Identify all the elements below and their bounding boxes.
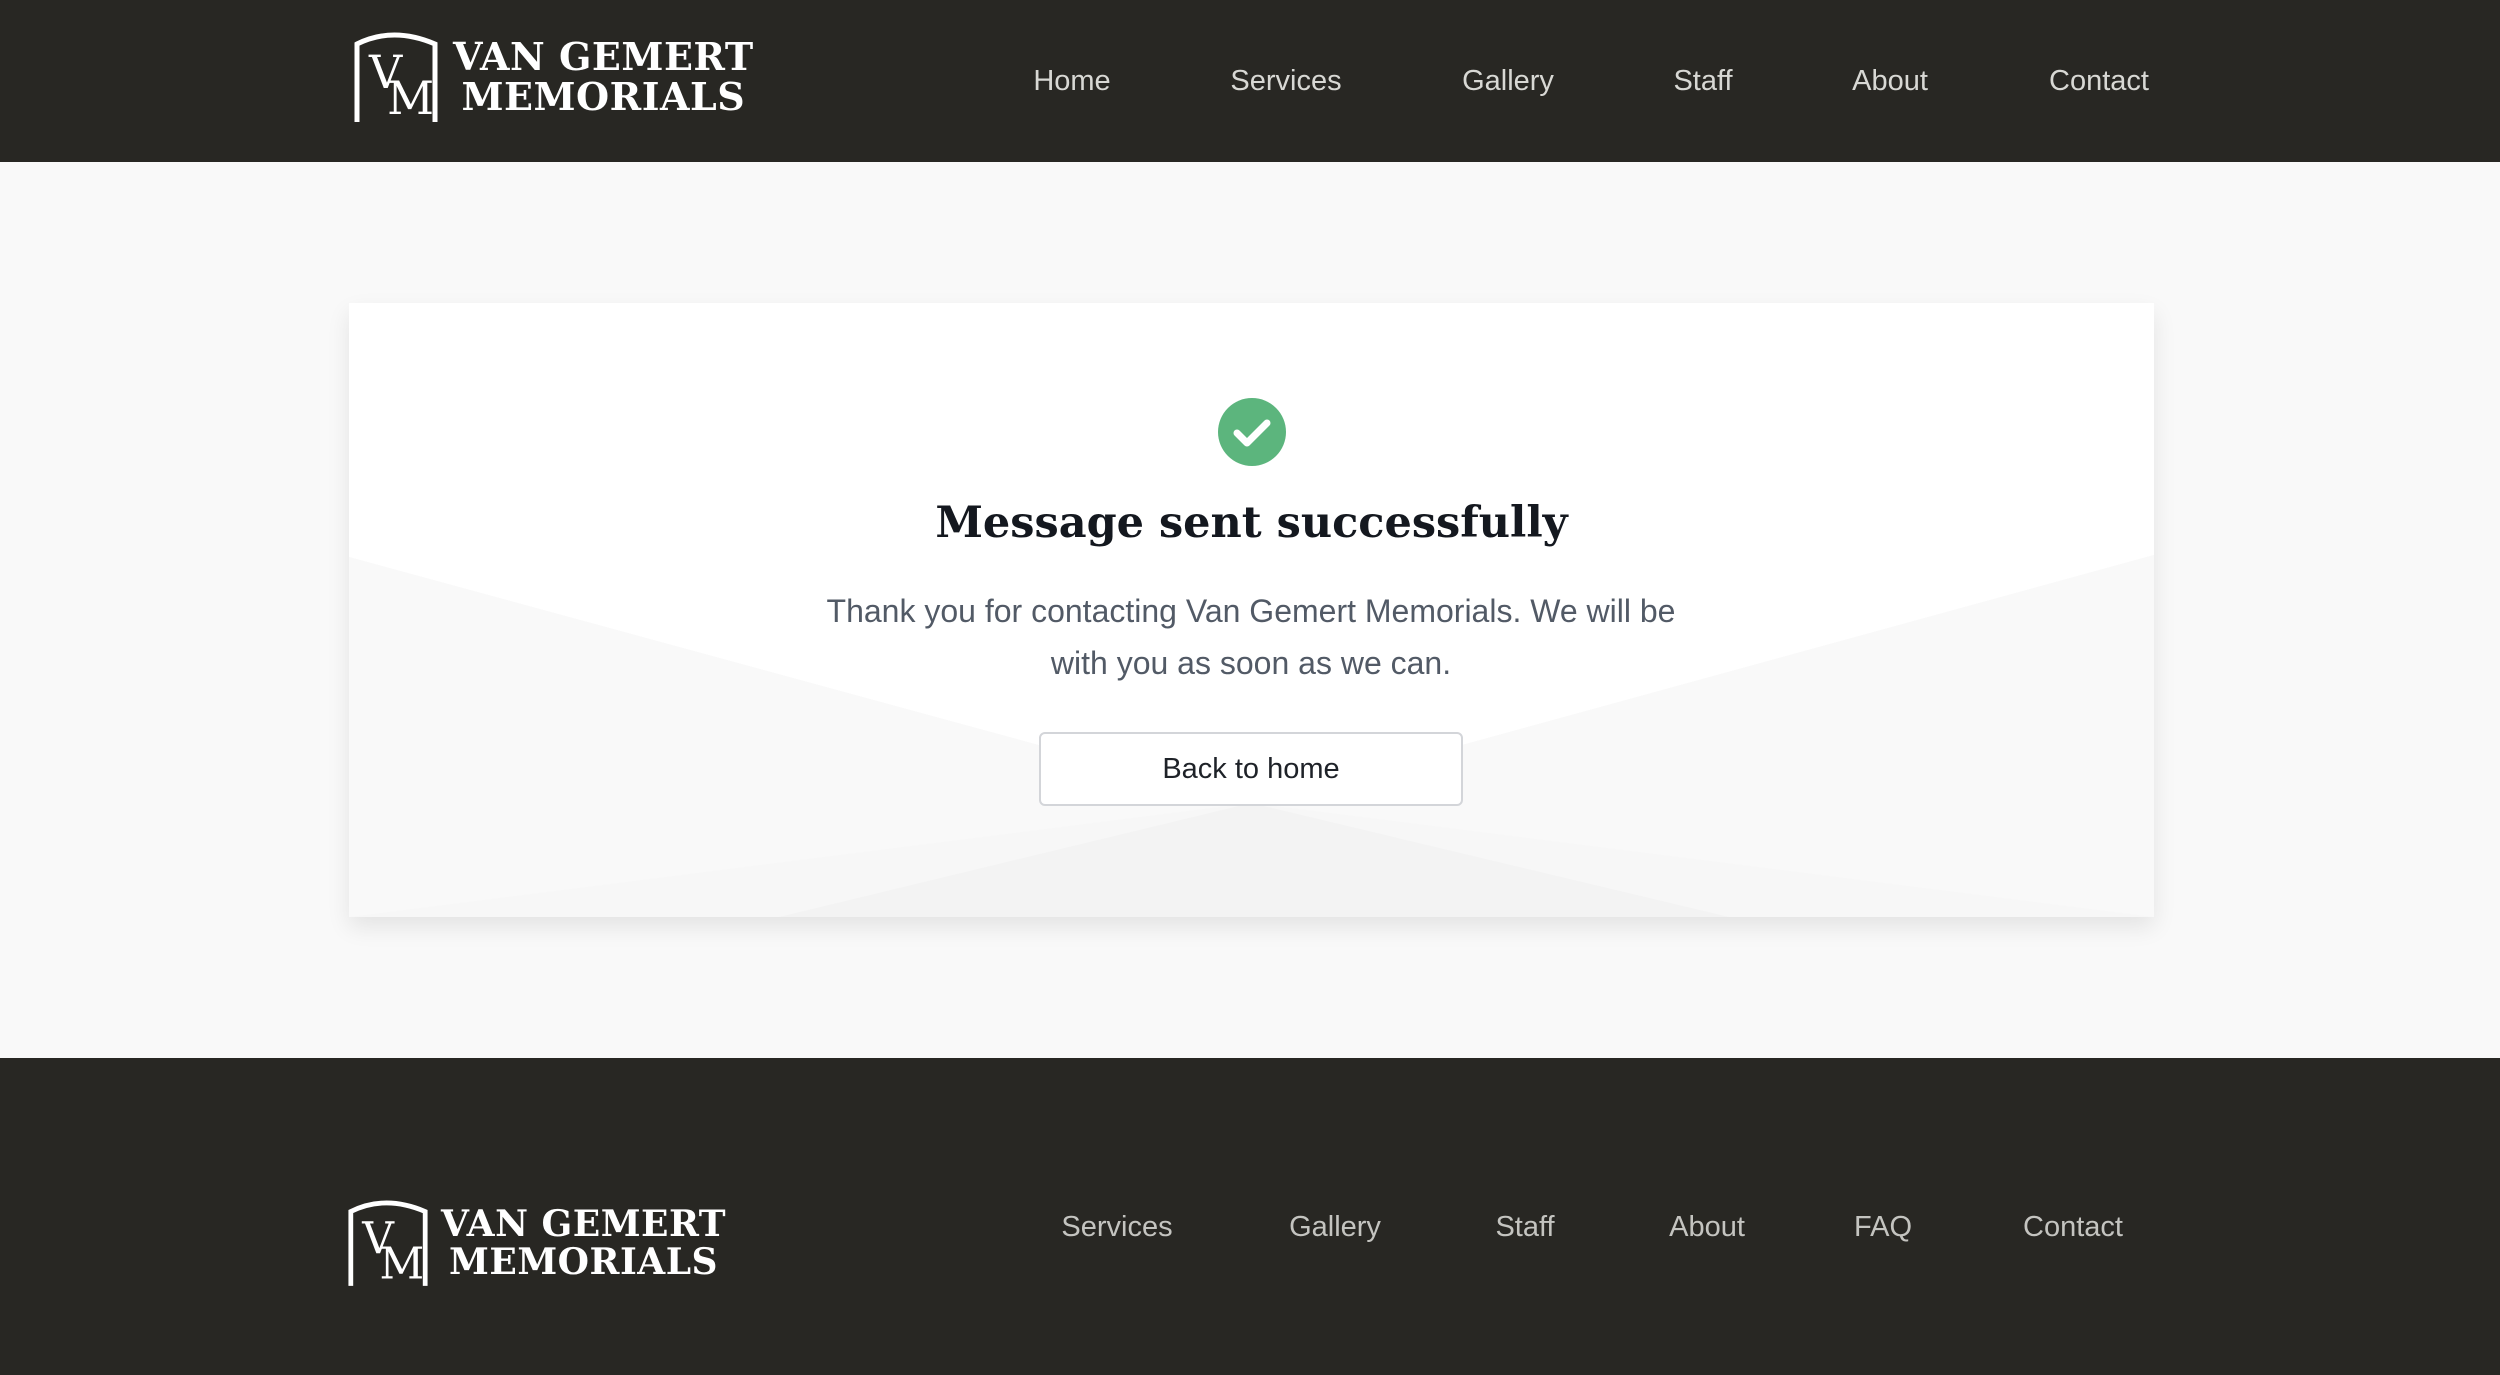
brand-name-line1: VAN GEMERT bbox=[453, 33, 754, 79]
site-header: V M VAN GEMERT MEMORIALS Home Services G… bbox=[0, 0, 2500, 162]
vm-monogram-icon: V M bbox=[348, 1200, 428, 1288]
nav-link-gallery[interactable]: Gallery bbox=[1462, 65, 1554, 98]
footer-link-services[interactable]: Services bbox=[1061, 1211, 1172, 1244]
nav-link-about[interactable]: About bbox=[1852, 65, 1928, 98]
vm-monogram-icon: V M bbox=[354, 32, 438, 124]
site-footer: V M VAN GEMERT MEMORIALS Services Galler… bbox=[0, 1058, 2500, 1375]
back-to-home-button[interactable]: Back to home bbox=[1039, 732, 1463, 806]
confirmation-title: Message sent successfully bbox=[935, 498, 1568, 548]
footer-link-about[interactable]: About bbox=[1669, 1211, 1745, 1244]
header-logo-link[interactable]: V M VAN GEMERT MEMORIALS bbox=[353, 30, 754, 124]
svg-text:M: M bbox=[379, 1238, 424, 1288]
footer-link-contact[interactable]: Contact bbox=[2023, 1211, 2123, 1244]
check-circle-icon bbox=[1218, 398, 1286, 466]
footer-brand-line2: MEMORIALS bbox=[449, 1241, 719, 1283]
confirmation-message: Thank you for contacting Van Gemert Memo… bbox=[826, 593, 1676, 681]
footer-brand-name: VAN GEMERT MEMORIALS bbox=[441, 1205, 726, 1281]
svg-text:M: M bbox=[387, 71, 434, 124]
brand-name: VAN GEMERT MEMORIALS bbox=[453, 33, 754, 119]
footer-link-gallery[interactable]: Gallery bbox=[1289, 1211, 1381, 1244]
nav-link-contact[interactable]: Contact bbox=[2049, 65, 2149, 98]
footer-brand-line1: VAN GEMERT bbox=[441, 1202, 727, 1245]
footer-link-faq[interactable]: FAQ bbox=[1854, 1211, 1912, 1244]
nav-link-home[interactable]: Home bbox=[1033, 65, 1110, 98]
footer-link-staff[interactable]: Staff bbox=[1495, 1211, 1554, 1244]
brand-name-line2: MEMORIALS bbox=[461, 74, 746, 119]
nav-link-services[interactable]: Services bbox=[1230, 65, 1341, 98]
nav-link-staff[interactable]: Staff bbox=[1673, 65, 1732, 98]
footer-logo-link[interactable]: V M VAN GEMERT MEMORIALS bbox=[347, 1198, 726, 1288]
main-content: Message sent successfully Thank you for … bbox=[0, 162, 2500, 1058]
confirmation-card: Message sent successfully Thank you for … bbox=[349, 303, 2154, 917]
